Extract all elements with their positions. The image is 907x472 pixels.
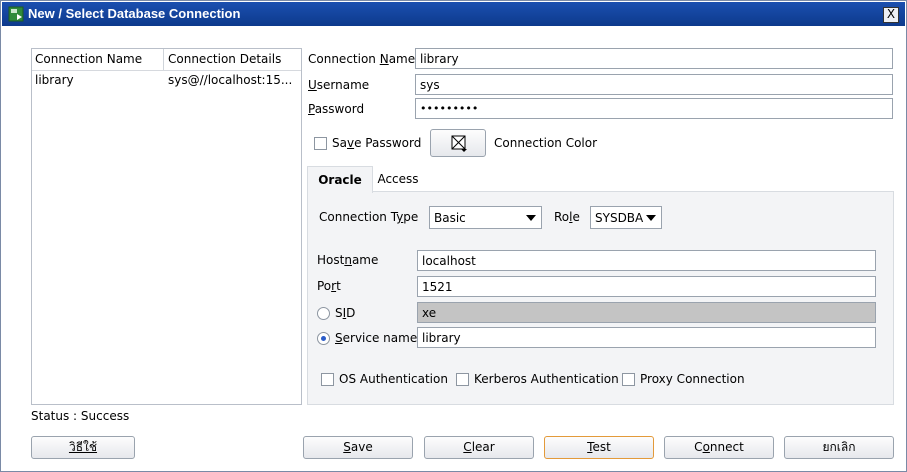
connection-color-button[interactable] [430, 129, 486, 157]
window-title: New / Select Database Connection [28, 6, 241, 21]
port-label: Port [317, 279, 341, 293]
connection-row[interactable]: library sys@//localhost:15... [32, 70, 301, 90]
column-header-connection-name[interactable]: Connection Name [35, 52, 142, 66]
kerberos-authentication-checkbox[interactable] [456, 373, 469, 386]
connection-type-select[interactable]: Basic [429, 206, 542, 229]
service-name-input[interactable]: library [417, 327, 876, 348]
connection-name-label: Connection Name [308, 52, 416, 66]
service-name-label[interactable]: Service name [335, 331, 417, 345]
sid-radio[interactable] [317, 307, 330, 320]
connection-details-cell: sys@//localhost:15... [168, 73, 293, 87]
connection-name-input[interactable]: library [415, 48, 893, 69]
proxy-connection-label[interactable]: Proxy Connection [640, 372, 745, 386]
chevron-down-icon [526, 215, 536, 221]
help-button-label: วิธีใช้ [68, 440, 98, 454]
title-bar[interactable]: New / Select Database Connection X [2, 2, 905, 26]
password-label: Password [308, 102, 365, 116]
help-button[interactable]: วิธีใช้ [31, 436, 135, 459]
role-value: SYSDBA [595, 211, 644, 225]
save-password-checkbox[interactable] [314, 137, 327, 150]
close-button[interactable]: X [883, 7, 899, 23]
connection-name-cell: library [35, 73, 74, 87]
tab-oracle[interactable]: Oracle [307, 166, 373, 193]
role-select[interactable]: SYSDBA [590, 206, 662, 229]
connection-list[interactable]: Connection Name Connection Details libra… [31, 48, 302, 405]
hostname-input[interactable]: localhost [417, 250, 876, 271]
role-label: Role [554, 210, 580, 224]
os-authentication-checkbox[interactable] [321, 373, 334, 386]
kerberos-authentication-label[interactable]: Kerberos Authentication [474, 372, 619, 386]
username-input[interactable]: sys [415, 74, 893, 95]
sid-input[interactable]: xe [417, 302, 876, 323]
test-button[interactable]: Test [544, 436, 654, 459]
dialog-window: New / Select Database Connection X Conne… [0, 0, 907, 472]
port-input[interactable]: 1521 [417, 276, 876, 297]
connection-type-value: Basic [434, 211, 466, 225]
hostname-label: Hostname [317, 253, 379, 267]
save-button[interactable]: Save [303, 436, 413, 459]
os-authentication-label[interactable]: OS Authentication [339, 372, 448, 386]
connection-list-header: Connection Name Connection Details [32, 49, 301, 71]
username-label: Username [308, 78, 370, 92]
tab-access[interactable]: Access [373, 166, 423, 192]
service-name-radio[interactable] [317, 332, 330, 345]
sid-label[interactable]: SID [335, 306, 355, 320]
chevron-down-icon [646, 215, 656, 221]
column-divider[interactable] [163, 49, 164, 70]
status-text: Status : Success [31, 409, 130, 423]
clear-button[interactable]: Clear [424, 436, 534, 459]
column-header-connection-details[interactable]: Connection Details [168, 52, 281, 66]
proxy-connection-checkbox[interactable] [622, 373, 635, 386]
database-connection-icon [8, 6, 24, 22]
save-password-label[interactable]: Save Password [332, 136, 421, 150]
password-input[interactable]: ••••••••• [415, 98, 893, 119]
connect-button[interactable]: Connect [664, 436, 774, 459]
color-picker-icon [451, 135, 467, 152]
connection-color-label: Connection Color [494, 136, 598, 150]
connection-type-label: Connection Type [319, 210, 419, 224]
cancel-button[interactable]: ยกเลิก [784, 436, 894, 459]
